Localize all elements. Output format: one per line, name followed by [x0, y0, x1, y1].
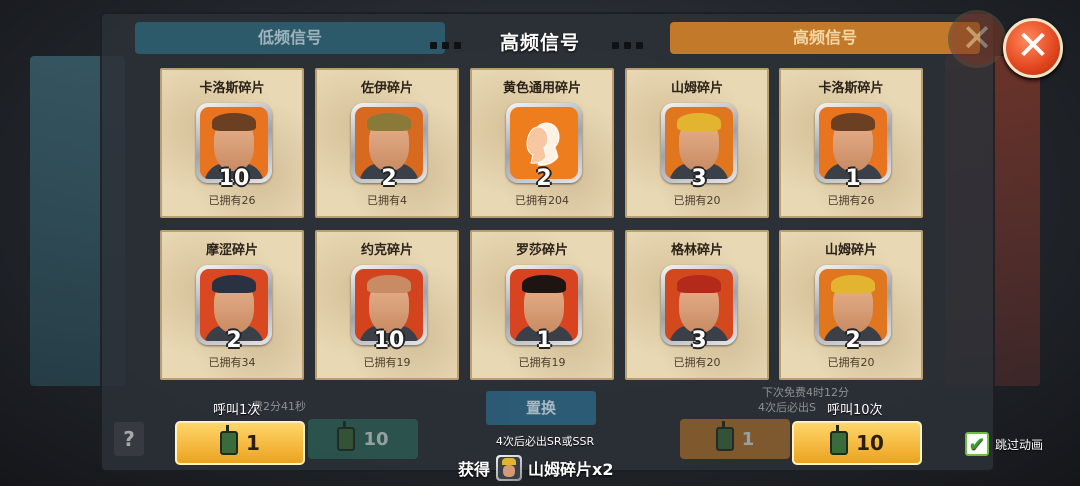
card-name: 罗莎碎片 [515, 243, 568, 258]
call-once-button[interactable]: 1 [175, 421, 305, 465]
sam-portrait-icon: 2 [815, 265, 891, 353]
green-portrait-icon: 3 [661, 265, 737, 353]
card-name: 约克碎片 [360, 243, 413, 258]
card-name: 山姆碎片 [824, 243, 877, 258]
fragment-count: 2 [226, 328, 242, 353]
fragment-card[interactable]: 黄色通用碎片 2 已拥有204 [470, 68, 614, 218]
card-name: 山姆碎片 [670, 81, 723, 96]
skip-animation-toggle[interactable]: ✔ 跳过动画 [965, 432, 1043, 456]
fragment-count: 10 [373, 328, 405, 353]
fragment-count: 1 [845, 166, 861, 191]
owned-count: 已拥有20 [673, 356, 721, 369]
fragment-card[interactable]: 摩涩碎片 2 已拥有34 [160, 230, 304, 380]
owned-count: 已拥有4 [367, 194, 407, 207]
fragment-card[interactable]: 山姆碎片 2 已拥有20 [779, 230, 923, 380]
fragment-count: 2 [381, 166, 397, 191]
radio-icon [220, 425, 239, 455]
obtain-item: 山姆碎片x2 [528, 460, 614, 479]
carlos-portrait-icon: 10 [196, 103, 272, 191]
owned-count: 已拥有26 [208, 194, 256, 207]
owned-count: 已拥有26 [827, 194, 875, 207]
obtain-prefix: 获得 [458, 460, 491, 479]
sam-portrait-icon [496, 455, 523, 481]
zoe-portrait-icon: 2 [351, 103, 427, 191]
tab-high-frequency[interactable]: 高频信号 [670, 22, 980, 54]
owned-count: 已拥有19 [363, 356, 411, 369]
owned-count: 已拥有20 [673, 194, 721, 207]
ghost-cost: 10 [363, 428, 389, 450]
call-ten-label: 呼叫10次 [827, 403, 883, 418]
ghost-call-ten-button: 10 [308, 419, 418, 459]
reward-grid: 卡洛斯碎片 10 已拥有26 佐伊碎片 2 已拥有4 黄色通用碎片 2 已拥有204 山姆碎片 3 已… [160, 68, 930, 380]
fragment-card[interactable]: 约克碎片 10 已拥有19 [315, 230, 459, 380]
skip-animation-label: 跳过动画 [995, 437, 1044, 452]
help-button[interactable]: ? [114, 422, 144, 456]
next-free-text: 下次免费4时12分 [762, 386, 849, 399]
fragment-count: 2 [536, 166, 552, 191]
checkbox-checked-icon[interactable]: ✔ [965, 432, 989, 456]
tab-low-frequency[interactable]: 低频信号 [135, 22, 445, 54]
replace-button[interactable]: 置换 [486, 391, 596, 425]
gacha-screen: 低频信号 高频信号 高频信号 ✕ ✕ 卡洛斯碎片 10 已拥有26 佐伊碎片 2 已拥有4… [0, 0, 1080, 486]
call-ten-button[interactable]: 10 [792, 421, 922, 465]
card-name: 格林碎片 [670, 243, 723, 258]
close-icon-background: ✕ [948, 10, 1006, 68]
morse-portrait-icon: 2 [196, 265, 272, 353]
fragment-card[interactable]: 山姆碎片 3 已拥有20 [625, 68, 769, 218]
fragment-count: 2 [845, 328, 861, 353]
fragment-card[interactable]: 卡洛斯碎片 1 已拥有26 [779, 68, 923, 218]
obtain-message: 获得 山姆碎片x2 [458, 455, 613, 481]
radio-icon [337, 421, 356, 451]
card-name: 卡洛斯碎片 [199, 81, 265, 96]
generic-yellow-portrait-icon: 2 [506, 103, 582, 191]
radio-icon [830, 425, 849, 455]
fragment-count: 1 [536, 328, 552, 353]
ghost-cost: 1 [741, 428, 755, 450]
fragment-card[interactable]: 罗莎碎片 1 已拥有19 [470, 230, 614, 380]
rosa-portrait-icon: 1 [506, 265, 582, 353]
owned-count: 已拥有34 [208, 356, 256, 369]
call-once-label: 呼叫1次 [213, 403, 261, 418]
fragment-count: 3 [691, 166, 707, 191]
fragment-count: 3 [691, 328, 707, 353]
owned-count: 已拥有204 [515, 194, 569, 207]
card-name: 摩涩碎片 [205, 243, 258, 258]
close-button[interactable]: ✕ [1003, 18, 1063, 78]
sam-portrait-icon: 3 [661, 103, 737, 191]
card-name: 黄色通用碎片 [502, 81, 581, 96]
call-ten-cost: 10 [856, 431, 884, 455]
guarantee-faded-text: 4次后必出S [758, 401, 816, 414]
call-once-cost: 1 [246, 431, 260, 455]
fragment-card[interactable]: 格林碎片 3 已拥有20 [625, 230, 769, 380]
guarantee-text: 4次后必出SR或SSR [495, 435, 595, 448]
fragment-card[interactable]: 卡洛斯碎片 10 已拥有26 [160, 68, 304, 218]
card-name: 卡洛斯碎片 [818, 81, 884, 96]
carlos-portrait-icon: 1 [815, 103, 891, 191]
fragment-card[interactable]: 佐伊碎片 2 已拥有4 [315, 68, 459, 218]
card-name: 佐伊碎片 [360, 81, 413, 96]
radio-icon [715, 421, 734, 451]
result-title: 高频信号 [499, 32, 580, 54]
york-portrait-icon: 10 [351, 265, 427, 353]
owned-count: 已拥有20 [827, 356, 875, 369]
ghost-call-one-button: 1 [680, 419, 790, 459]
fragment-count: 10 [218, 166, 250, 191]
owned-count: 已拥有19 [518, 356, 566, 369]
